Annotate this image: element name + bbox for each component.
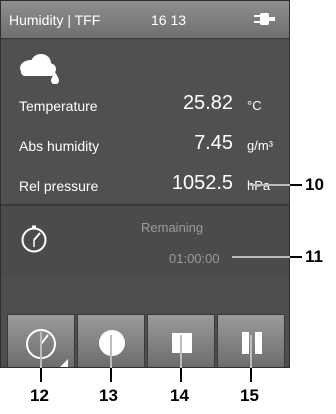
status-bar: Humidity | TFF 16 13 xyxy=(1,1,289,39)
stop-square-icon xyxy=(172,333,192,353)
remaining-label: Remaining xyxy=(141,220,204,235)
callout-15-leader-outer xyxy=(250,368,252,382)
row-value: 25.82 xyxy=(182,92,233,114)
row-unit: g/m³ xyxy=(247,138,273,153)
callout-11-leader xyxy=(232,256,290,258)
row-label: Temperature xyxy=(19,98,98,114)
row-label: Rel pressure xyxy=(19,178,99,194)
callout-14: 14 xyxy=(170,386,189,405)
row-label: Abs humidity xyxy=(19,138,100,154)
temperature-row: Temperature 25.82 °C xyxy=(1,92,289,118)
record-circle-icon xyxy=(99,330,125,356)
rel-pressure-row: Rel pressure 1052.5 hPa xyxy=(1,172,289,198)
app-title: Humidity | TFF xyxy=(9,12,101,28)
callout-11-leader-outer xyxy=(290,256,302,258)
power-plug-icon xyxy=(254,13,275,25)
readings-panel: Temperature 25.82 °C Abs humidity 7.45 g… xyxy=(1,40,289,204)
callout-13-leader xyxy=(110,335,112,368)
callout-10: 10 xyxy=(305,175,324,194)
callout-11: 11 xyxy=(305,247,323,266)
callout-12-leader xyxy=(40,332,42,368)
abs-humidity-row: Abs humidity 7.45 g/m³ xyxy=(1,132,289,158)
callout-14-leader-outer xyxy=(180,368,182,382)
remaining-time: 01:00:00 xyxy=(169,251,220,266)
callout-13-leader-outer xyxy=(110,368,112,382)
instrument-screen: Humidity | TFF 16 13 Temperature 25.82 °… xyxy=(0,0,290,368)
callout-15-leader xyxy=(250,335,252,368)
callout-13: 13 xyxy=(99,386,118,405)
callout-15: 15 xyxy=(240,386,259,405)
row-value: 7.45 xyxy=(194,132,233,154)
timer-panel: Remaining 01:00:00 xyxy=(1,206,289,276)
clock: 16 13 xyxy=(151,12,187,28)
row-unit: °C xyxy=(247,98,262,113)
callout-10-leader xyxy=(250,184,290,186)
callout-12: 12 xyxy=(30,386,49,405)
callout-14-leader xyxy=(180,335,182,368)
pause-icon xyxy=(242,332,262,354)
toolbar xyxy=(1,276,289,367)
row-value: 1052.5 xyxy=(171,172,233,194)
stopwatch-icon xyxy=(26,329,68,367)
cloud-drop-icon xyxy=(20,54,59,84)
callout-12-leader-outer xyxy=(40,368,42,382)
callout-10-leader-outer xyxy=(290,184,302,186)
stopwatch-icon xyxy=(21,225,47,253)
